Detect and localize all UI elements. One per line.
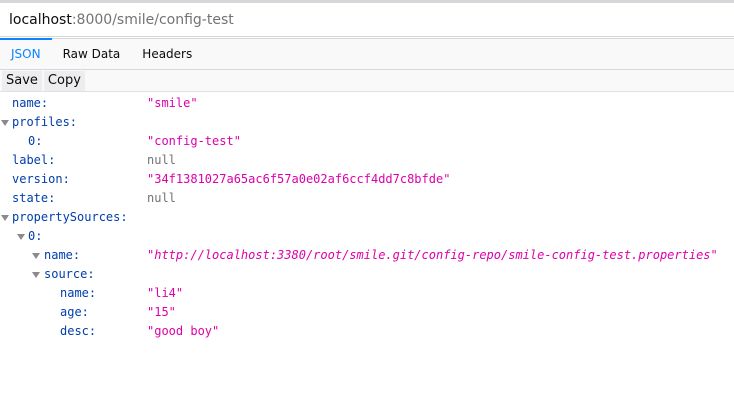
tab-raw-data[interactable]: Raw Data <box>52 39 132 69</box>
json-row-source-url[interactable]: name: "http://localhost:3380/root/smile.… <box>0 246 734 265</box>
json-row-name[interactable]: name: "smile" <box>0 94 734 113</box>
json-tree: name: "smile" profiles: 0: "config-test"… <box>0 94 734 341</box>
json-row-source[interactable]: source: <box>0 265 734 284</box>
json-row-state[interactable]: state: null <box>0 189 734 208</box>
json-key: label: <box>12 153 56 167</box>
expand-arrow-icon[interactable] <box>32 253 40 259</box>
json-key: version: <box>12 172 70 186</box>
url-path: :8000/smile/config-test <box>71 11 234 28</box>
json-row-propertysources-0[interactable]: 0: <box>0 227 734 246</box>
tab-headers[interactable]: Headers <box>131 39 203 69</box>
json-key: 0: <box>28 134 43 148</box>
json-row-label[interactable]: label: null <box>0 151 734 170</box>
expand-arrow-icon[interactable] <box>1 215 9 221</box>
expand-arrow-icon[interactable] <box>17 234 25 240</box>
tab-json[interactable]: JSON <box>0 38 52 69</box>
json-value: null <box>147 191 176 205</box>
viewer-tab-bar: JSON Raw Data Headers <box>0 38 734 70</box>
json-key: profiles: <box>12 115 78 129</box>
json-row-source-name[interactable]: name: "li4" <box>0 284 734 303</box>
json-key: age: <box>60 305 89 319</box>
json-row-source-age[interactable]: age: "15" <box>0 303 734 322</box>
json-value: "config-test" <box>147 134 241 148</box>
json-key: name: <box>12 96 49 110</box>
json-value: "smile" <box>147 96 198 110</box>
json-key: propertySources: <box>12 210 128 224</box>
json-row-version[interactable]: version: "34f1381027a65ac6f57a0e02af6ccf… <box>0 170 734 189</box>
json-value: "34f1381027a65ac6f57a0e02af6ccf4dd7c8bfd… <box>147 172 451 186</box>
json-value: "15" <box>147 305 176 319</box>
address-bar[interactable]: localhost:8000/smile/config-test <box>0 3 734 37</box>
json-key: name: <box>44 248 81 262</box>
json-key: source: <box>44 267 95 281</box>
json-row-profiles-0[interactable]: 0: "config-test" <box>0 132 734 151</box>
json-key: name: <box>60 286 97 300</box>
json-value: "good boy" <box>147 324 220 338</box>
json-key: desc: <box>60 324 97 338</box>
json-toolbar: Save Copy <box>0 70 734 92</box>
json-value: null <box>147 153 176 167</box>
save-button[interactable]: Save <box>2 70 42 91</box>
json-key: 0: <box>28 229 43 243</box>
url-host: localhost <box>9 11 72 28</box>
json-row-profiles[interactable]: profiles: <box>0 113 734 132</box>
expand-arrow-icon[interactable] <box>32 272 40 278</box>
expand-arrow-icon[interactable] <box>1 120 9 126</box>
json-row-propertysources[interactable]: propertySources: <box>0 208 734 227</box>
json-value: "li4" <box>147 286 184 300</box>
json-value-link[interactable]: "http://localhost:3380/root/smile.git/co… <box>147 248 718 262</box>
json-key: state: <box>12 191 56 205</box>
copy-button[interactable]: Copy <box>43 70 85 91</box>
json-row-source-desc[interactable]: desc: "good boy" <box>0 322 734 341</box>
